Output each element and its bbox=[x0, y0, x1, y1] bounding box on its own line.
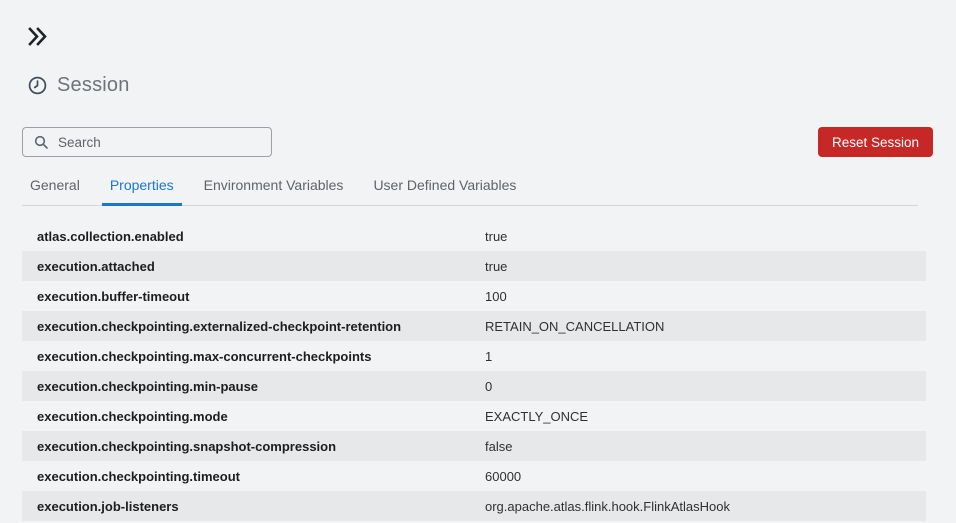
session-page: { "header": { "title": "Session" }, "ico… bbox=[0, 0, 956, 523]
table-row: execution.checkpointing.mode EXACTLY_ONC… bbox=[22, 401, 926, 431]
property-value: org.apache.atlas.flink.hook.FlinkAtlasHo… bbox=[485, 499, 926, 514]
property-value: false bbox=[485, 439, 926, 454]
table-row: execution.buffer-timeout 100 bbox=[22, 281, 926, 311]
table-row: execution.checkpointing.min-pause 0 bbox=[22, 371, 926, 401]
property-value: true bbox=[485, 229, 926, 244]
property-key: execution.checkpointing.min-pause bbox=[37, 379, 485, 394]
page-header: Session bbox=[28, 74, 130, 97]
property-key: execution.checkpointing.timeout bbox=[37, 469, 485, 484]
property-value: 1 bbox=[485, 349, 926, 364]
collapse-sidebar-button[interactable] bbox=[26, 25, 50, 47]
property-key: execution.checkpointing.max-concurrent-c… bbox=[37, 349, 485, 364]
table-row: execution.checkpointing.snapshot-compres… bbox=[22, 431, 926, 461]
property-key: execution.checkpointing.mode bbox=[37, 409, 485, 424]
table-row: execution.checkpointing.timeout 60000 bbox=[22, 461, 926, 491]
tab-properties[interactable]: Properties bbox=[102, 177, 182, 206]
property-value: 100 bbox=[485, 289, 926, 304]
property-value: 0 bbox=[485, 379, 926, 394]
double-chevron-right-icon bbox=[27, 27, 49, 46]
clock-icon bbox=[28, 76, 47, 95]
table-row: atlas.collection.enabled true bbox=[22, 221, 926, 251]
property-value: EXACTLY_ONCE bbox=[485, 409, 926, 424]
property-value: true bbox=[485, 259, 926, 274]
search-input[interactable] bbox=[22, 127, 272, 157]
tab-user-defined-variables[interactable]: User Defined Variables bbox=[365, 177, 524, 206]
property-key: execution.attached bbox=[37, 259, 485, 274]
page-title: Session bbox=[57, 74, 130, 97]
property-value: RETAIN_ON_CANCELLATION bbox=[485, 319, 926, 334]
tab-bar: General Properties Environment Variables… bbox=[22, 177, 918, 206]
property-key: execution.job-listeners bbox=[37, 499, 485, 514]
properties-table: atlas.collection.enabled true execution.… bbox=[22, 221, 926, 521]
reset-session-button[interactable]: Reset Session bbox=[818, 127, 933, 157]
property-value: 60000 bbox=[485, 469, 926, 484]
tab-environment-variables[interactable]: Environment Variables bbox=[196, 177, 352, 206]
property-key: execution.checkpointing.externalized-che… bbox=[37, 319, 485, 334]
property-key: atlas.collection.enabled bbox=[37, 229, 485, 244]
table-row: execution.checkpointing.max-concurrent-c… bbox=[22, 341, 926, 371]
property-key: execution.buffer-timeout bbox=[37, 289, 485, 304]
table-row: execution.job-listeners org.apache.atlas… bbox=[22, 491, 926, 521]
table-row: execution.attached true bbox=[22, 251, 926, 281]
table-row: execution.checkpointing.externalized-che… bbox=[22, 311, 926, 341]
property-key: execution.checkpointing.snapshot-compres… bbox=[37, 439, 485, 454]
search-box bbox=[22, 127, 272, 157]
tab-general[interactable]: General bbox=[22, 177, 88, 206]
